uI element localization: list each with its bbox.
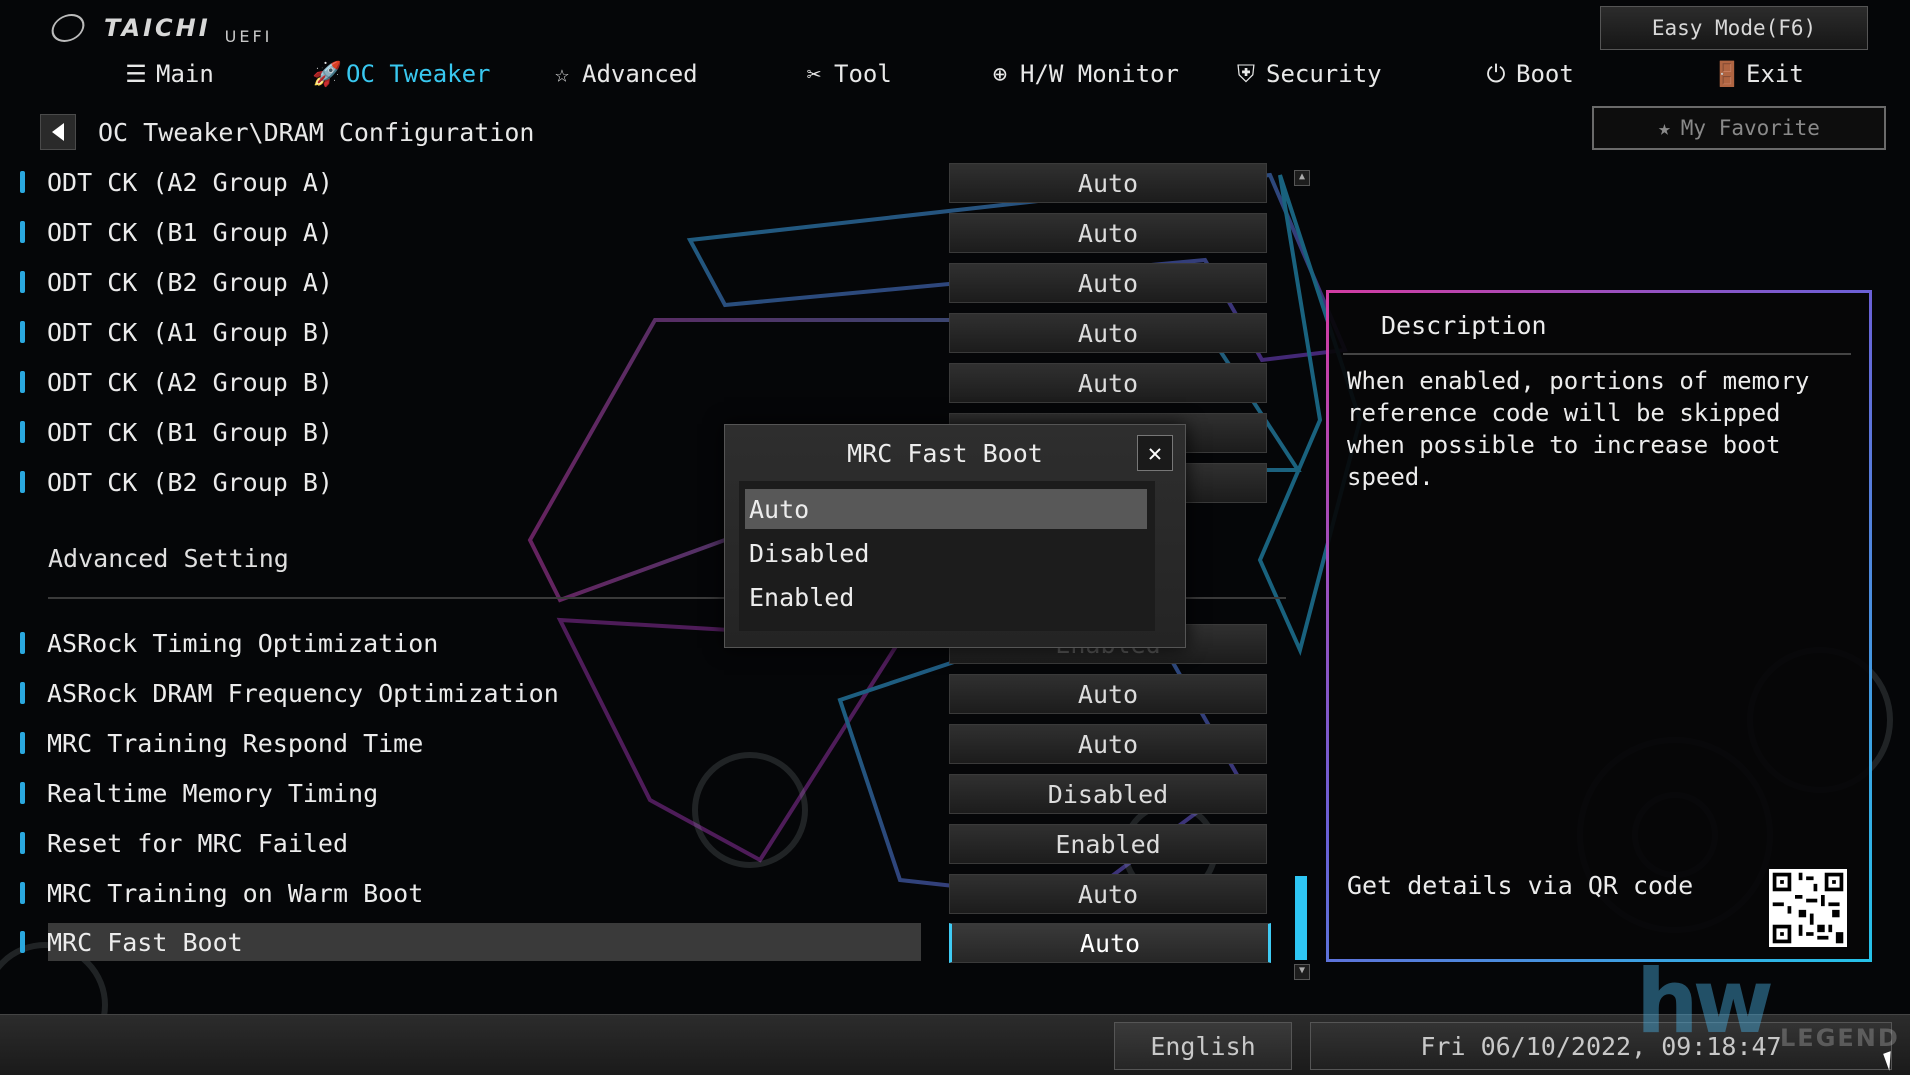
setting-row[interactable]: Reset for MRC Failed [20, 822, 1030, 864]
close-icon[interactable]: ✕ [1137, 435, 1173, 471]
scroll-up-arrow-icon[interactable]: ▲ [1294, 170, 1310, 186]
popup-title: MRC Fast Boot [847, 439, 1043, 468]
option-popup: MRC Fast Boot ✕ Auto Disabled Enabled [724, 424, 1186, 648]
setting-row[interactable]: MRC Training Respond Time [20, 722, 1030, 764]
setting-value-selected[interactable]: Auto [949, 923, 1271, 963]
setting-value[interactable]: Auto [949, 674, 1267, 714]
popup-option-enabled[interactable]: Enabled [745, 577, 1147, 617]
row-marker [20, 832, 25, 854]
language-button[interactable]: English [1114, 1022, 1292, 1070]
row-marker [20, 931, 25, 953]
setting-label: MRC Training on Warm Boot [47, 878, 424, 908]
setting-label: Reset for MRC Failed [47, 828, 349, 858]
setting-row-selected[interactable]: MRC Fast Boot [20, 921, 1030, 963]
qr-code-icon [1769, 869, 1847, 947]
setting-label: MRC Fast Boot [47, 927, 243, 957]
qr-code-text: Get details via QR code [1347, 871, 1694, 900]
setting-row[interactable]: ASRock DRAM Frequency Optimization [20, 672, 1030, 714]
description-panel: Description When enabled, portions of me… [1326, 290, 1872, 962]
setting-label: Realtime Memory Timing [47, 778, 379, 808]
setting-row[interactable]: Realtime Memory Timing [20, 772, 1030, 814]
row-marker [20, 632, 25, 654]
popup-option-disabled[interactable]: Disabled [745, 533, 1147, 573]
setting-value[interactable]: Auto [949, 874, 1267, 914]
row-marker [20, 732, 25, 754]
setting-value[interactable]: Enabled [949, 824, 1267, 864]
watermark-logo: hw [1636, 950, 1774, 1053]
description-title: Description [1381, 311, 1547, 340]
setting-row[interactable]: MRC Training on Warm Boot [20, 872, 1030, 914]
setting-label: ASRock DRAM Frequency Optimization [47, 678, 559, 708]
popup-option-list: Auto Disabled Enabled [739, 481, 1155, 631]
setting-label: MRC Training Respond Time [47, 728, 424, 758]
row-marker [20, 782, 25, 804]
row-marker [20, 882, 25, 904]
settings-scrollbar[interactable]: ▲ ▼ [1294, 170, 1310, 980]
scroll-thumb[interactable] [1295, 876, 1307, 960]
popup-option-auto[interactable]: Auto [745, 489, 1147, 529]
row-marker [20, 682, 25, 704]
setting-value[interactable]: Disabled [949, 774, 1267, 814]
description-divider [1343, 353, 1851, 355]
setting-label: ASRock Timing Optimization [47, 628, 439, 658]
description-body: When enabled, portions of memory referen… [1347, 367, 1810, 491]
watermark-sub: LEGEND [1780, 1024, 1900, 1052]
setting-value[interactable]: Auto [949, 724, 1267, 764]
scroll-down-arrow-icon[interactable]: ▼ [1294, 964, 1310, 980]
